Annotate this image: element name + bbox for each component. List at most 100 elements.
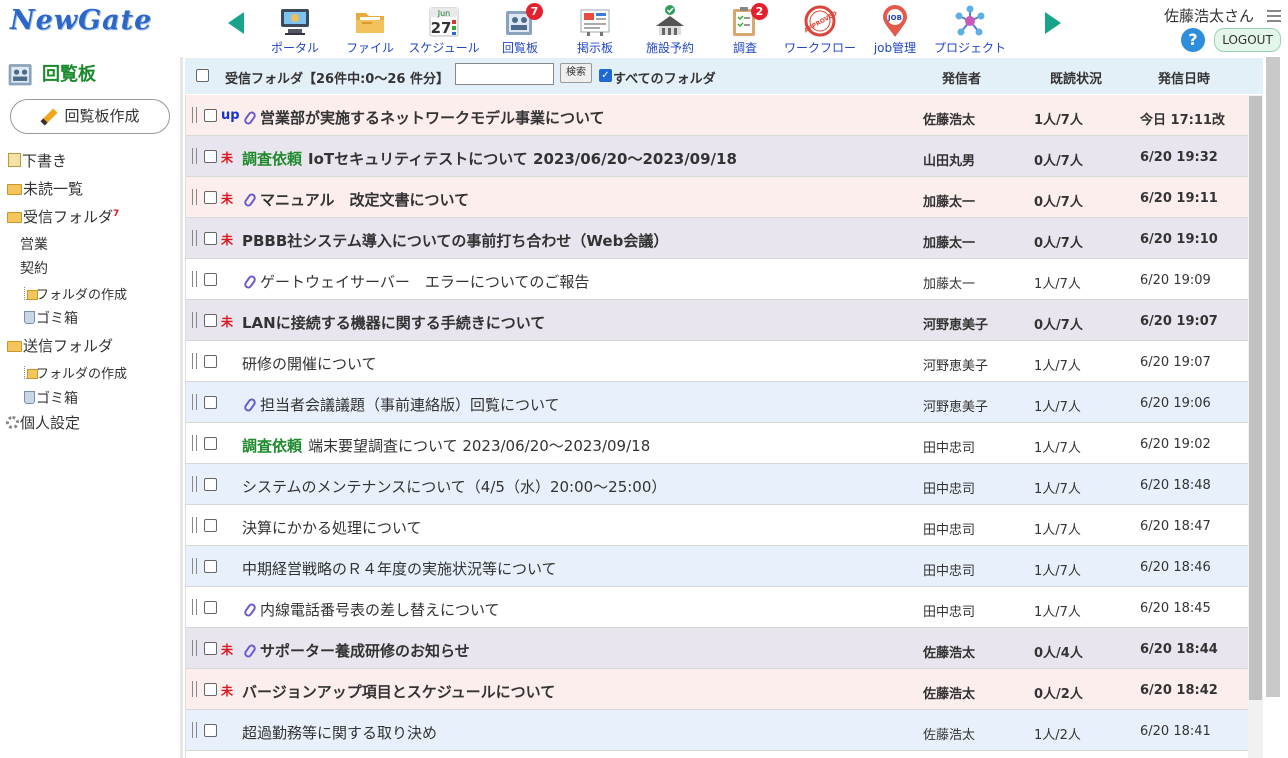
drag-handle-icon[interactable] bbox=[192, 271, 197, 287]
drag-handle-icon[interactable] bbox=[192, 353, 197, 369]
sidebar-item-drafts[interactable]: 下書き bbox=[8, 150, 67, 171]
subject-text[interactable]: マニュアル 改定文書について bbox=[260, 191, 469, 209]
nav-bulletin-board[interactable]: 掲示板 bbox=[558, 4, 632, 56]
drag-handle-icon[interactable] bbox=[192, 148, 197, 164]
page-scrollbar[interactable] bbox=[1266, 57, 1280, 697]
row-checkbox[interactable] bbox=[204, 314, 217, 327]
drag-handle-icon[interactable] bbox=[192, 312, 197, 328]
row-checkbox[interactable] bbox=[204, 109, 217, 122]
subject-text[interactable]: LANに接続する機器に関する手続きについて bbox=[242, 314, 545, 332]
subject-cell[interactable]: 決算にかかる処理について bbox=[242, 517, 912, 538]
row-checkbox[interactable] bbox=[204, 396, 217, 409]
row-checkbox[interactable] bbox=[204, 150, 217, 163]
drag-handle-icon[interactable] bbox=[192, 394, 197, 410]
subject-text[interactable]: ゲートウェイサーバー エラーについてのご報告 bbox=[260, 273, 589, 291]
column-header-read-status[interactable]: 既読状況 bbox=[1050, 68, 1102, 87]
nav-facility[interactable]: 施設予約 bbox=[633, 4, 707, 56]
subject-cell[interactable]: 超過勤務等に関する取り決め bbox=[242, 722, 912, 743]
subject-cell[interactable]: LANに接続する機器に関する手続きについて bbox=[242, 312, 912, 333]
row-checkbox[interactable] bbox=[204, 478, 217, 491]
drag-handle-icon[interactable] bbox=[192, 681, 197, 697]
logout-button[interactable]: LOGOUT bbox=[1214, 28, 1281, 52]
subject-cell[interactable]: システムのメンテナンスについて（4/5（水）20:00～25:00） bbox=[242, 476, 912, 497]
drag-handle-icon[interactable] bbox=[192, 230, 197, 246]
row-checkbox[interactable] bbox=[204, 191, 217, 204]
subject-cell[interactable]: 内線電話番号表の差し替えについて bbox=[242, 599, 912, 620]
table-row[interactable]: up 営業部が実施するネットワークモデル事業について 佐藤浩太 1人/7人 今日 17:… bbox=[186, 95, 1248, 136]
subject-cell[interactable]: バージョンアップ項目とスケジュールについて bbox=[242, 681, 912, 702]
select-all-checkbox[interactable] bbox=[196, 69, 209, 82]
subject-text[interactable]: 担当者会議議題（事前連絡版）回覧について bbox=[260, 396, 560, 414]
row-checkbox[interactable] bbox=[204, 560, 217, 573]
drag-handle-icon[interactable] bbox=[192, 722, 197, 738]
all-folders-label[interactable]: すべてのフォルダ bbox=[613, 68, 716, 87]
row-checkbox[interactable] bbox=[204, 724, 217, 737]
table-row[interactable]: 未 マニュアル 改定文書について 加藤太一 0人/7人 6/20 19:11 bbox=[186, 177, 1248, 218]
drag-handle-icon[interactable] bbox=[192, 107, 197, 123]
user-name[interactable]: 佐藤浩太さん bbox=[1164, 5, 1254, 26]
table-row[interactable]: 中期経営戦略のＲ４年度の実施状況等について 田中忠司 1人/7人 6/20 18:46 bbox=[186, 546, 1248, 587]
sidebar-item-inbox[interactable]: 受信フォルダ7 bbox=[7, 206, 119, 227]
subject-text[interactable]: IoTセキュリティテストについて 2023/06/20～2023/09/18 bbox=[308, 150, 737, 168]
nav-job-management[interactable]: JOB job管理 bbox=[858, 4, 932, 56]
hamburger-menu-icon[interactable] bbox=[1267, 10, 1281, 22]
drag-handle-icon[interactable] bbox=[192, 599, 197, 615]
search-input[interactable] bbox=[455, 63, 554, 85]
subject-text[interactable]: 中期経営戦略のＲ４年度の実施状況等について bbox=[242, 560, 557, 578]
drag-handle-icon[interactable] bbox=[192, 476, 197, 492]
sidebar-item-inbox-create-folder[interactable]: フォルダの作成 bbox=[24, 284, 127, 303]
subject-text[interactable]: システムのメンテナンスについて（4/5（水）20:00～25:00） bbox=[242, 478, 666, 496]
row-checkbox[interactable] bbox=[204, 683, 217, 696]
table-row[interactable]: 担当者会議議題（事前連絡版）回覧について 河野恵美子 1人/7人 6/20 19:06 bbox=[186, 382, 1248, 423]
nav-file[interactable]: ファイル bbox=[333, 4, 407, 56]
table-row[interactable]: 未 LANに接続する機器に関する手続きについて 河野恵美子 0人/7人 6/20 19:… bbox=[186, 300, 1248, 341]
drag-handle-icon[interactable] bbox=[192, 435, 197, 451]
table-row[interactable]: 超過勤務等に関する取り決め 佐藤浩太 1人/2人 6/20 18:41 bbox=[186, 710, 1248, 751]
table-row[interactable]: ゲートウェイサーバー エラーについてのご報告 加藤太一 1人/7人 6/20 19:0… bbox=[186, 259, 1248, 300]
nav-workflow[interactable]: APPROVED ワークフロー bbox=[783, 4, 857, 56]
subject-text[interactable]: 営業部が実施するネットワークモデル事業について bbox=[260, 109, 605, 127]
subject-cell[interactable]: PBBB社システム導入についての事前打ち合わせ（Web会議） bbox=[242, 230, 912, 251]
column-header-date[interactable]: 発信日時 bbox=[1158, 68, 1210, 87]
sidebar-item-sent[interactable]: 送信フォルダ bbox=[7, 335, 113, 356]
newgate-logo[interactable]: NewGate bbox=[10, 5, 152, 36]
drag-handle-icon[interactable] bbox=[192, 517, 197, 533]
nav-next-arrow-icon[interactable] bbox=[1045, 12, 1061, 34]
row-checkbox[interactable] bbox=[204, 232, 217, 245]
table-row[interactable]: システムのメンテナンスについて（4/5（水）20:00～25:00） 田中忠司 1人… bbox=[186, 464, 1248, 505]
subject-text[interactable]: サポーター養成研修のお知らせ bbox=[260, 642, 470, 660]
subject-text[interactable]: バージョンアップ項目とスケジュールについて bbox=[242, 683, 555, 701]
sidebar-item-sent-trash[interactable]: ゴミ箱 bbox=[24, 388, 78, 408]
subject-text[interactable]: 決算にかかる処理について bbox=[242, 519, 422, 537]
sidebar-item-inbox-trash[interactable]: ゴミ箱 bbox=[24, 308, 78, 328]
sidebar-divider[interactable] bbox=[180, 57, 183, 758]
nav-portal[interactable]: ポータル bbox=[258, 4, 332, 56]
subject-cell[interactable]: 営業部が実施するネットワークモデル事業について bbox=[242, 107, 912, 128]
subject-text[interactable]: 内線電話番号表の差し替えについて bbox=[260, 601, 500, 619]
subject-cell[interactable]: 研修の開催について bbox=[242, 353, 912, 374]
nav-prev-arrow-icon[interactable] bbox=[228, 12, 244, 34]
table-row[interactable]: 未 PBBB社システム導入についての事前打ち合わせ（Web会議） 加藤太一 0人/7人… bbox=[186, 218, 1248, 259]
drag-handle-icon[interactable] bbox=[192, 640, 197, 656]
row-checkbox[interactable] bbox=[204, 601, 217, 614]
sidebar-item-folder-sales[interactable]: 営業 bbox=[20, 234, 48, 254]
nav-circular-board[interactable]: 7 回覧板 bbox=[483, 3, 557, 56]
subject-cell[interactable]: サポーター養成研修のお知らせ bbox=[242, 640, 912, 661]
nav-schedule[interactable]: Jun 27 スケジュール bbox=[407, 4, 481, 56]
sidebar-item-unread[interactable]: 未読一覧 bbox=[7, 178, 83, 199]
all-folders-checkbox[interactable]: ✓ bbox=[599, 69, 612, 82]
subject-text[interactable]: 端末要望調査について 2023/06/20～2023/09/18 bbox=[308, 437, 650, 455]
nav-project[interactable]: プロジェクト bbox=[933, 4, 1007, 56]
subject-cell[interactable]: 調査依頼 IoTセキュリティテストについて 2023/06/20～2023/09/… bbox=[242, 148, 912, 169]
table-row[interactable]: 研修の開催について 河野恵美子 1人/7人 6/20 19:07 bbox=[186, 341, 1248, 382]
table-row[interactable]: 調査依頼 端末要望調査について 2023/06/20～2023/09/18 田中忠司… bbox=[186, 423, 1248, 464]
row-checkbox[interactable] bbox=[204, 642, 217, 655]
subject-cell[interactable]: 調査依頼 端末要望調査について 2023/06/20～2023/09/18 bbox=[242, 435, 912, 456]
table-row[interactable]: 決算にかかる処理について 田中忠司 1人/7人 6/20 18:47 bbox=[186, 505, 1248, 546]
row-checkbox[interactable] bbox=[204, 273, 217, 286]
subject-text[interactable]: 研修の開催について bbox=[242, 355, 377, 373]
nav-survey[interactable]: 2 調査 bbox=[708, 3, 782, 56]
sidebar-item-settings[interactable]: 個人設定 bbox=[6, 412, 80, 433]
drag-handle-icon[interactable] bbox=[192, 189, 197, 205]
subject-text[interactable]: 超過勤務等に関する取り決め bbox=[242, 724, 437, 742]
